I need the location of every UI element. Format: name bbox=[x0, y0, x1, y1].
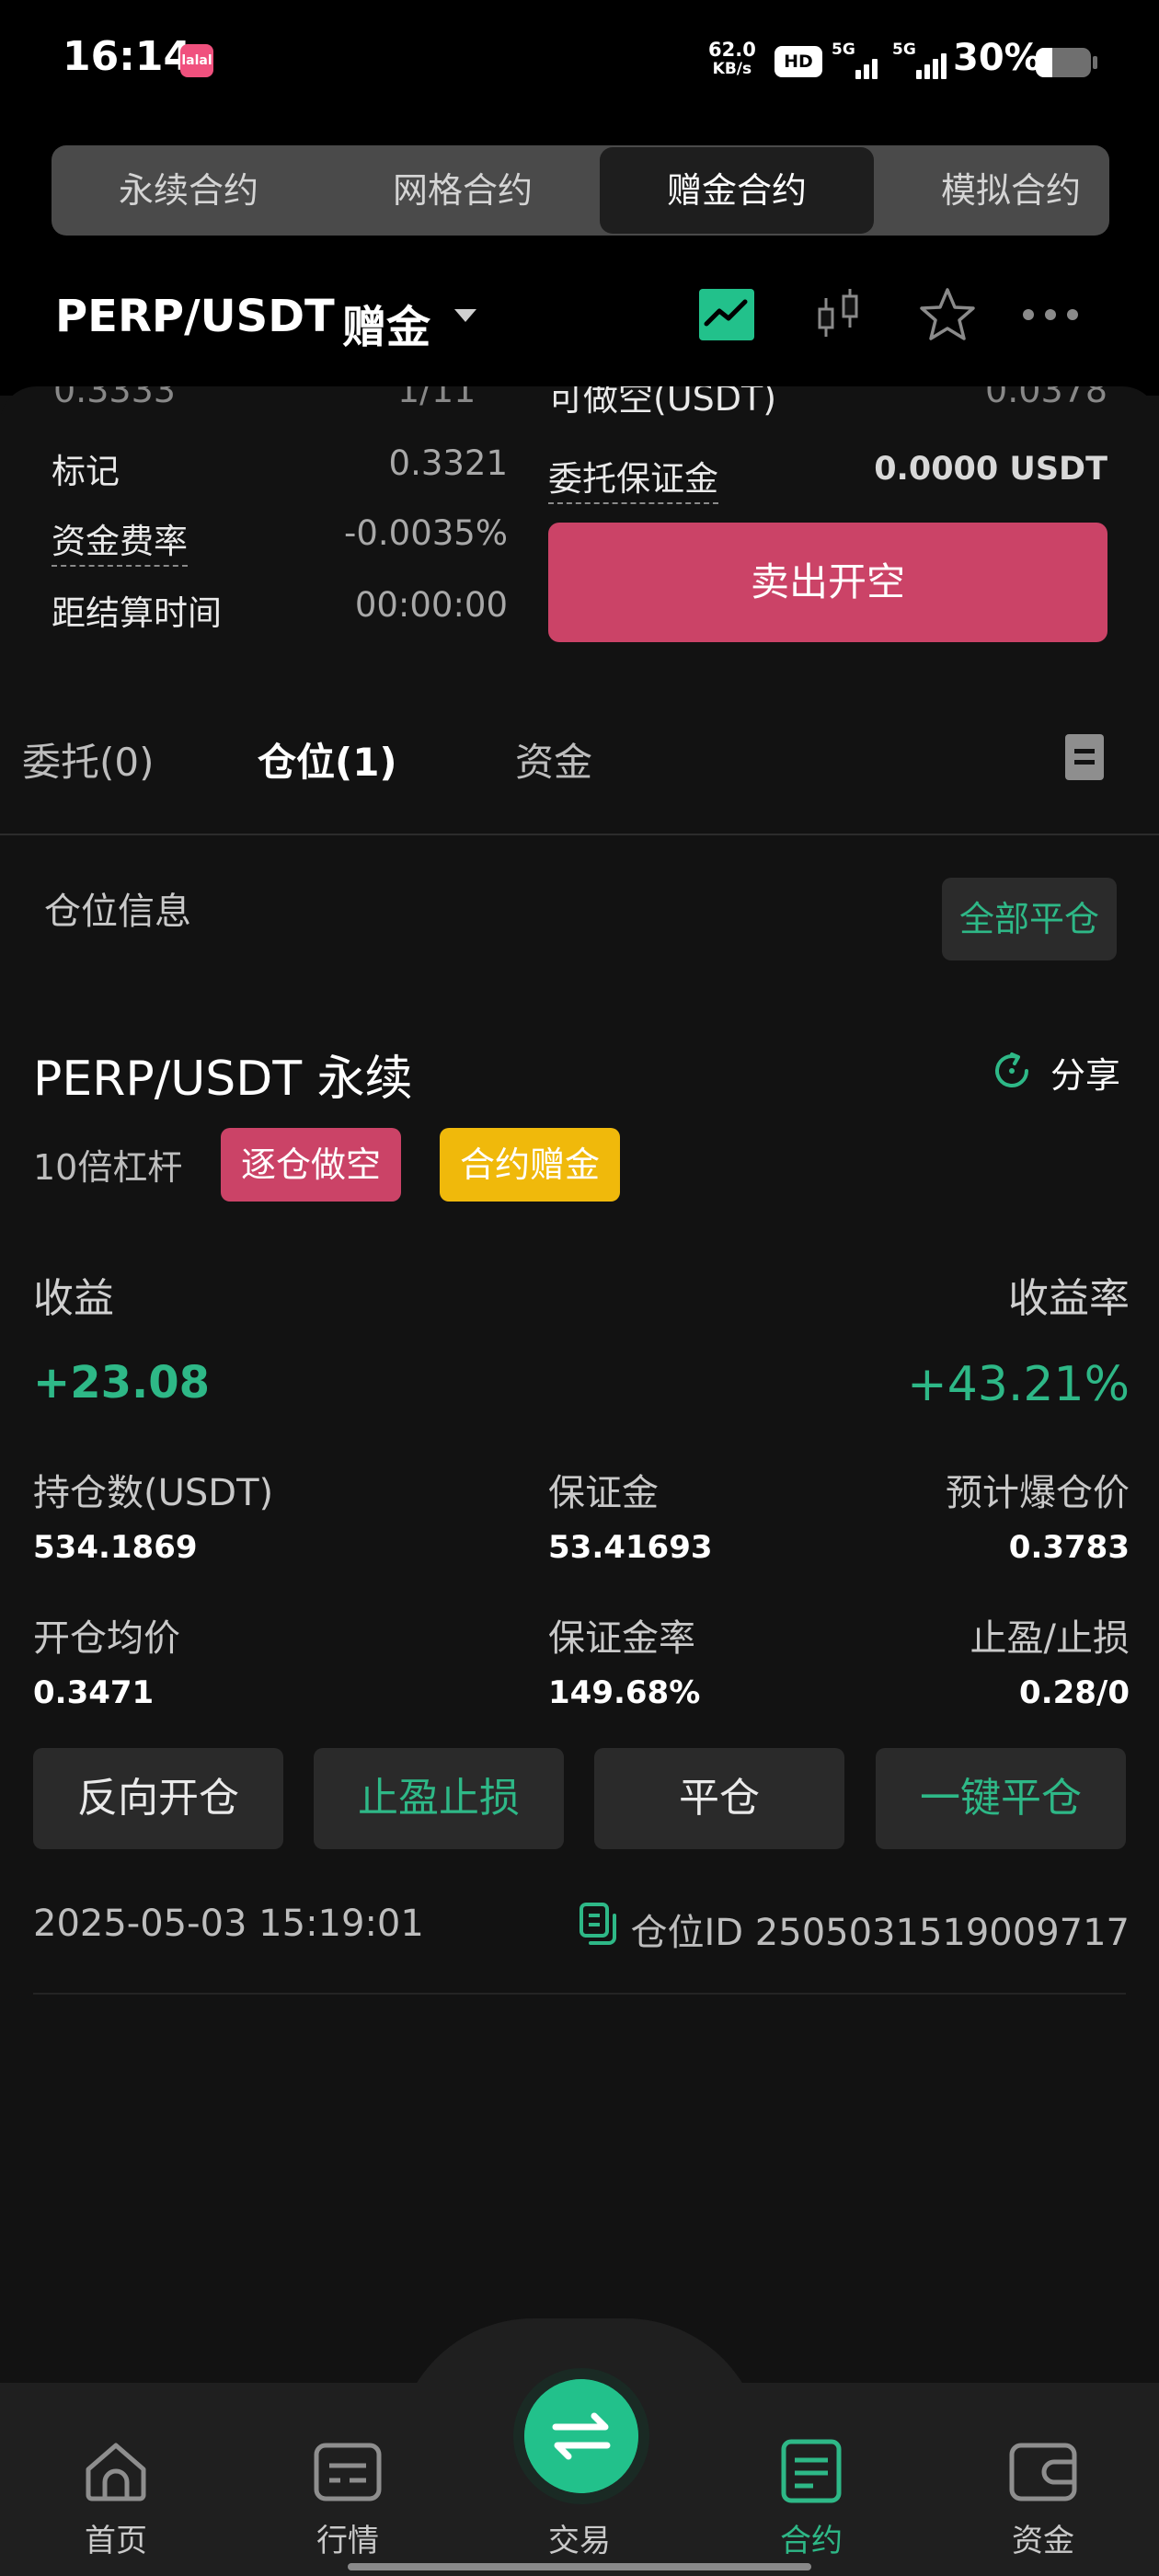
battery-icon bbox=[1036, 48, 1091, 77]
position-info-label: 仓位信息 bbox=[44, 891, 191, 933]
tab-grid[interactable]: 网格合约 bbox=[326, 145, 600, 236]
contract-icon bbox=[781, 2439, 842, 2503]
hd-icon: HD bbox=[775, 46, 822, 77]
home-icon bbox=[86, 2443, 146, 2501]
app-notification-icon: lalal bbox=[180, 44, 213, 77]
pair-bonus-label[interactable]: 赠金 bbox=[342, 291, 430, 355]
more-icon[interactable] bbox=[1021, 285, 1080, 344]
home-indicator bbox=[348, 2563, 811, 2570]
position-timestamp: 2025-05-03 15:19:01 bbox=[33, 1903, 424, 1945]
signal-icon: 5G bbox=[832, 40, 887, 81]
network-speed: 62.0 KB/s bbox=[708, 39, 756, 79]
share-icon[interactable] bbox=[990, 1049, 1034, 1093]
tab-demo[interactable]: 模拟合约 bbox=[874, 145, 1109, 236]
close-position-button[interactable]: 平仓 bbox=[594, 1748, 844, 1849]
nav-contract[interactable]: 合约 bbox=[738, 2434, 885, 2560]
copy-icon[interactable] bbox=[578, 1903, 618, 1947]
partial-short-label: 可做空(USDT) bbox=[548, 386, 777, 419]
tpsl-value: 0.28/0 bbox=[1019, 1674, 1130, 1711]
share-label[interactable]: 分享 bbox=[1050, 1047, 1120, 1098]
divider bbox=[33, 1993, 1126, 1995]
tab-funds[interactable]: 资金 bbox=[515, 731, 592, 788]
tpsl-label: 止盈/止损 bbox=[970, 1617, 1130, 1660]
chevron-down-icon[interactable] bbox=[454, 309, 476, 322]
margin-rate-value: 149.68% bbox=[548, 1674, 701, 1711]
tab-positions[interactable]: 仓位(1) bbox=[258, 731, 397, 788]
candlestick-icon[interactable] bbox=[809, 285, 868, 344]
margin-mode-badge: 逐仓做空 bbox=[221, 1128, 402, 1202]
pnl-label: 收益 bbox=[33, 1275, 114, 1322]
position-size-value: 534.1869 bbox=[33, 1529, 198, 1566]
margin-label: 保证金 bbox=[548, 1472, 659, 1514]
star-icon[interactable] bbox=[918, 285, 977, 344]
tpsl-button[interactable]: 止盈止损 bbox=[314, 1748, 564, 1849]
pnl-rate-label: 收益率 bbox=[1008, 1275, 1130, 1322]
position-title: PERP/USDT 永续 bbox=[33, 1052, 413, 1107]
tab-bonus[interactable]: 赠金合约 bbox=[600, 147, 874, 234]
position-size-label: 持仓数(USDT) bbox=[33, 1472, 274, 1514]
signal-icon: 5G bbox=[892, 40, 947, 81]
status-time: 16:14 bbox=[63, 33, 192, 80]
entry-price-value: 0.3471 bbox=[33, 1674, 155, 1711]
nav-home[interactable]: 首页 bbox=[42, 2434, 189, 2560]
reverse-open-button[interactable]: 反向开仓 bbox=[33, 1748, 283, 1849]
leverage-label: 10倍杠杆 bbox=[33, 1147, 183, 1188]
pnl-value: +23.08 bbox=[33, 1357, 211, 1409]
funding-rate-value: -0.0035% bbox=[344, 513, 508, 553]
chart-line-icon[interactable] bbox=[697, 285, 756, 344]
pnl-rate-value: +43.21% bbox=[907, 1357, 1130, 1412]
margin-rate-label: 保证金率 bbox=[548, 1617, 695, 1660]
margin-value: 53.41693 bbox=[548, 1529, 713, 1566]
partial-short-value: 0.0378 bbox=[985, 386, 1107, 410]
nav-market[interactable]: 行情 bbox=[274, 2434, 421, 2560]
contract-type-tabs: 永续合约 网格合约 赠金合约 模拟合约 bbox=[52, 145, 1109, 236]
liq-price-value: 0.3783 bbox=[1008, 1529, 1130, 1566]
partial-ratio: 1/11 bbox=[397, 386, 476, 410]
settlement-time-label: 距结算时间 bbox=[52, 593, 222, 633]
battery-tip bbox=[1093, 56, 1097, 69]
sell-short-button[interactable]: 卖出开空 bbox=[548, 523, 1107, 642]
bonus-badge: 合约赠金 bbox=[440, 1128, 621, 1202]
status-bar: 16:14 lalal 62.0 KB/s HD 5G 5G 30% bbox=[0, 0, 1159, 129]
trade-swap-icon[interactable] bbox=[524, 2379, 638, 2493]
position-id: 仓位ID 2505031519009717 bbox=[630, 1912, 1130, 1954]
funding-rate-label[interactable]: 资金费率 bbox=[52, 513, 188, 567]
divider bbox=[0, 834, 1159, 835]
market-icon bbox=[314, 2443, 382, 2501]
order-margin-value: 0.0000 USDT bbox=[874, 451, 1107, 488]
wallet-icon bbox=[1009, 2443, 1077, 2501]
entry-price-label: 开仓均价 bbox=[33, 1617, 180, 1660]
one-click-close-button[interactable]: 一键平仓 bbox=[876, 1748, 1126, 1849]
header: 永续合约 网格合约 赠金合约 模拟合约 PERP/USDT 赠金 bbox=[0, 129, 1159, 396]
main-content: 0.3333 1/11 可做空(USDT) 0.0378 标记 0.3321 资… bbox=[0, 386, 1159, 2383]
settlement-time-value: 00:00:00 bbox=[354, 585, 508, 625]
pair-symbol[interactable]: PERP/USDT bbox=[55, 291, 335, 342]
tab-perpetual[interactable]: 永续合约 bbox=[52, 145, 326, 236]
battery-percent: 30% bbox=[953, 37, 1041, 79]
list-view-icon[interactable] bbox=[1065, 734, 1104, 780]
mark-price-label: 标记 bbox=[52, 452, 120, 491]
partial-price: 0.3333 bbox=[53, 386, 176, 410]
close-all-button[interactable]: 全部平仓 bbox=[942, 878, 1117, 960]
tab-orders[interactable]: 委托(0) bbox=[22, 731, 155, 788]
liq-price-label: 预计爆仓价 bbox=[946, 1472, 1130, 1514]
nav-trade-label[interactable]: 交易 bbox=[515, 2515, 644, 2560]
nav-wallet[interactable]: 资金 bbox=[970, 2434, 1117, 2560]
order-margin-label[interactable]: 委托保证金 bbox=[548, 451, 718, 504]
mark-price-value: 0.3321 bbox=[388, 443, 508, 483]
